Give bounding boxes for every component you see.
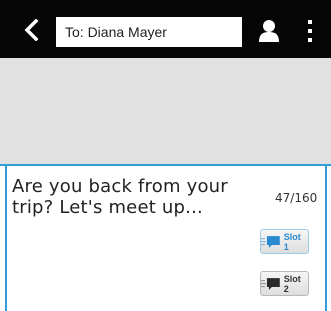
more-vert-icon[interactable]	[306, 19, 314, 43]
conversation-area	[0, 58, 331, 164]
slot-2-label: Slot 2	[283, 273, 301, 294]
slot-1-button[interactable]: Slot 1	[260, 229, 309, 254]
slot-2-button[interactable]: Slot 2	[260, 271, 309, 296]
speech-bubble-icon	[261, 277, 280, 290]
compose-border-left	[5, 164, 7, 311]
recipient-text: To: Diana Mayer	[65, 24, 167, 40]
speech-bubble-icon	[261, 235, 280, 248]
person-icon[interactable]	[258, 19, 280, 43]
slot-1-label: Slot 1	[283, 231, 301, 252]
recipient-field[interactable]: To: Diana Mayer	[56, 17, 242, 47]
back-arrow-icon[interactable]	[22, 18, 42, 42]
message-input[interactable]: Are you back from your trip? Let's meet …	[12, 176, 252, 218]
character-counter: 47/160	[275, 191, 318, 205]
top-app-bar: To: Diana Mayer	[0, 0, 331, 58]
compose-border-right	[325, 164, 327, 311]
